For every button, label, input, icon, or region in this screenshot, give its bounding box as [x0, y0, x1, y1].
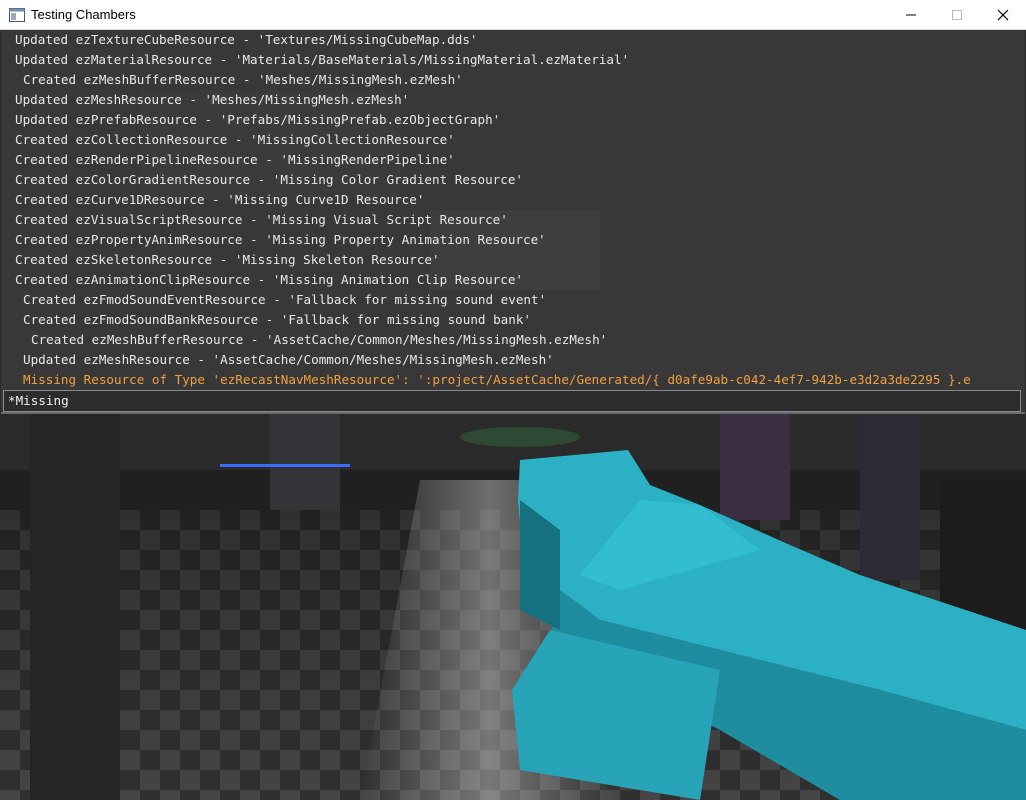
console-log[interactable]: Updated ezTextureCubeResource - 'Texture…: [1, 30, 1025, 390]
log-line: Updated ezTextureCubeResource - 'Texture…: [15, 32, 478, 47]
log-line: Updated ezMeshResource - 'AssetCache/Com…: [23, 352, 554, 367]
log-line: Created ezColorGradientResource - 'Missi…: [15, 172, 523, 187]
log-line: Created ezCurve1DResource - 'Missing Cur…: [15, 192, 425, 207]
log-line: Created ezSkeletonResource - 'Missing Sk…: [15, 252, 440, 267]
maximize-icon: [952, 10, 962, 20]
minimize-icon: [906, 10, 916, 20]
log-line: Updated ezPrefabResource - 'Prefabs/Miss…: [15, 112, 501, 127]
log-line: Created ezCollectionResource - 'MissingC…: [15, 132, 455, 147]
title-bar[interactable]: Testing Chambers: [0, 0, 1026, 30]
close-button[interactable]: [980, 0, 1026, 30]
log-line: Created ezFmodSoundEventResource - 'Fall…: [23, 292, 547, 307]
log-line: Created ezMeshBufferResource - 'Meshes/M…: [23, 72, 463, 87]
log-line: Updated ezMeshResource - 'Meshes/Missing…: [15, 92, 410, 107]
close-icon: [997, 9, 1009, 21]
minimize-button[interactable]: [888, 0, 934, 30]
app-icon: [9, 7, 25, 22]
log-line: Created ezRenderPipelineResource - 'Miss…: [15, 152, 455, 167]
window-title: Testing Chambers: [31, 7, 136, 22]
log-line: Created ezPropertyAnimResource - 'Missin…: [15, 232, 546, 247]
app-window: Testing Chambers Updated ezTextureCubeRe…: [0, 0, 1026, 800]
console-input[interactable]: [8, 391, 1008, 411]
log-line-error: Missing Resource of Type 'ezRecastNavMes…: [23, 372, 971, 387]
log-line: Created ezVisualScriptResource - 'Missin…: [15, 212, 508, 227]
log-line: Created ezFmodSoundBankResource - 'Fallb…: [23, 312, 531, 327]
window-controls: [888, 0, 1026, 30]
log-line: Created ezMeshBufferResource - 'AssetCac…: [31, 332, 608, 347]
log-line: Created ezAnimationClipResource - 'Missi…: [15, 272, 523, 287]
console-input-bar[interactable]: [3, 390, 1021, 412]
maximize-button[interactable]: [934, 0, 980, 30]
console-overlay: Updated ezTextureCubeResource - 'Texture…: [1, 30, 1025, 414]
log-line: Updated ezMaterialResource - 'Materials/…: [15, 52, 630, 67]
